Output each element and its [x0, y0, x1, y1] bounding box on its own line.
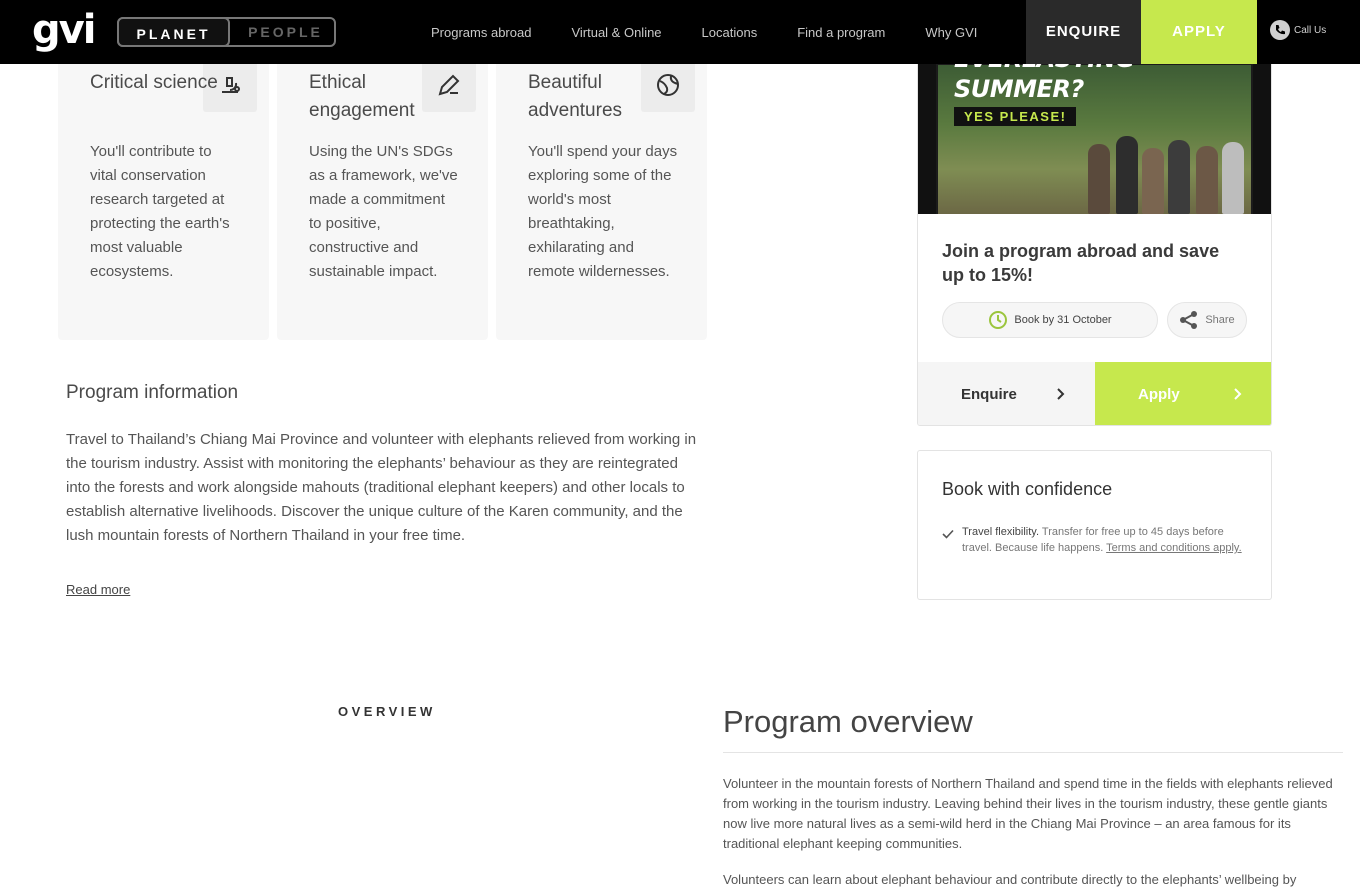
share-label: Share — [1205, 314, 1235, 326]
travel-flexibility-item: Travel flexibility. Transfer for free up… — [962, 524, 1252, 556]
travel-flexibility-heading: Travel flexibility. — [962, 526, 1040, 538]
divider — [723, 752, 1343, 753]
terms-conditions-link[interactable]: Terms and conditions apply. — [1106, 542, 1242, 554]
header-apply-button[interactable]: APPLY — [1141, 0, 1257, 64]
share-button[interactable]: Share — [1167, 302, 1247, 338]
call-us-label: Call Us — [1294, 24, 1327, 36]
checkmark-icon — [942, 529, 954, 539]
book-with-confidence-box: Book with confidence Travel flexibility.… — [917, 450, 1272, 600]
card-title: Beautiful adventures — [528, 72, 623, 121]
overview-paragraph: Volunteers can learn about elephant beha… — [723, 872, 1297, 887]
program-overview-title: Program overview — [723, 704, 973, 739]
nav-programs-abroad[interactable]: Programs abroad — [431, 25, 531, 40]
promo-title: Join a program abroad and save up to 15%… — [942, 241, 1220, 285]
person — [1168, 140, 1190, 214]
card-text: Using the UN's SDGs as a framework, we'v… — [309, 143, 458, 280]
card-title: Ethical engagement — [309, 72, 415, 121]
main-nav: Programs abroad Virtual & Online Locatio… — [431, 0, 1017, 64]
person — [1088, 144, 1110, 214]
person — [1196, 146, 1218, 214]
nav-find-program[interactable]: Find a program — [797, 25, 885, 40]
program-info-text: Travel to Thailand’s Chiang Mai Province… — [66, 431, 697, 544]
card-title: Critical science — [90, 72, 218, 93]
chevron-right-icon — [1234, 388, 1242, 400]
card-text: You'll spend your days exploring some of… — [528, 143, 678, 280]
book-by-label: Book by 31 October — [1014, 314, 1112, 326]
call-us-link[interactable]: Call Us — [1270, 20, 1326, 40]
person — [1222, 142, 1244, 214]
promo-enquire-label: Enquire — [961, 386, 1017, 403]
nav-virtual-online[interactable]: Virtual & Online — [571, 25, 661, 40]
toggle-planet[interactable]: PLANET — [117, 17, 230, 47]
promo-apply-button[interactable]: Apply — [1095, 362, 1271, 425]
value-card-critical-science: Critical science You'll contribute to vi… — [58, 20, 269, 340]
book-by-pill: Book by 31 October — [942, 302, 1158, 338]
phone-icon — [1270, 20, 1290, 40]
promo-enquire-button[interactable]: Enquire — [918, 362, 1095, 425]
confidence-title: Book with confidence — [942, 479, 1113, 499]
gvi-logo[interactable]: gvi — [32, 10, 96, 54]
card-text: You'll contribute to vital conservation … — [90, 143, 230, 280]
overview-section-label[interactable]: OVERVIEW — [338, 704, 436, 719]
header-enquire-button[interactable]: ENQUIRE — [1026, 0, 1141, 64]
value-card-beautiful-adventures: Beautiful adventures You'll spend your d… — [496, 20, 707, 340]
program-info-title: Program information — [66, 382, 239, 403]
overview-paragraph: Volunteer in the mountain forests of Nor… — [723, 776, 1333, 851]
toggle-people[interactable]: PEOPLE — [229, 17, 342, 47]
promo-image-badge: YES PLEASE! — [954, 107, 1077, 126]
nav-why-gvi[interactable]: Why GVI — [925, 25, 977, 40]
value-card-ethical-engagement: Ethical engagement Using the UN's SDGs a… — [277, 20, 488, 340]
clock-icon — [989, 311, 1008, 329]
nav-locations[interactable]: Locations — [702, 25, 758, 40]
share-icon — [1180, 311, 1198, 329]
promo-image-line2: SUMMER? — [954, 75, 1084, 103]
promo-apply-label: Apply — [1138, 386, 1180, 403]
chevron-right-icon — [1057, 388, 1065, 400]
site-header: gvi PLANET PEOPLE Programs abroad Virtua… — [0, 0, 1360, 64]
planet-people-toggle[interactable]: PLANET PEOPLE — [117, 17, 336, 47]
read-more-link[interactable]: Read more — [66, 582, 130, 597]
person — [1142, 148, 1164, 214]
person — [1116, 136, 1138, 214]
